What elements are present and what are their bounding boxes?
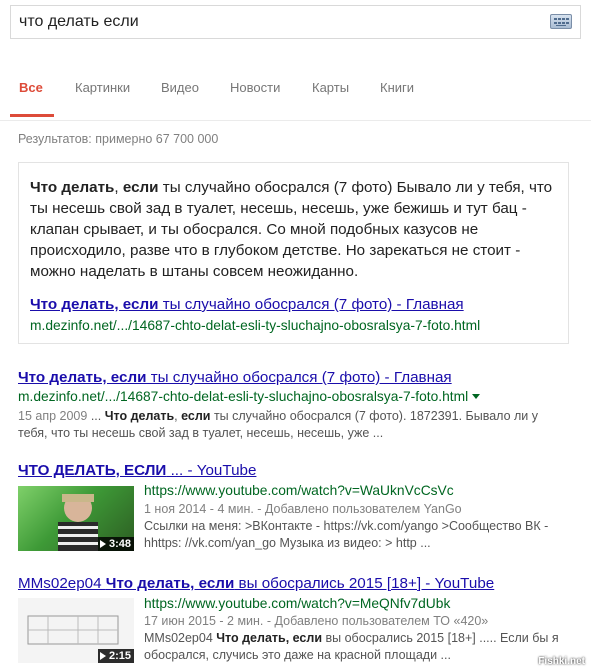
result-url-1: m.dezinfo.net/.../14687-chto-delat-esli-…	[18, 389, 481, 404]
featured-snippet-link[interactable]: Что делать, если ты случайно обосрался (…	[30, 296, 464, 313]
result-snippet-3: MMs02ep04 Что делать, если вы обосрались…	[144, 631, 559, 662]
tab-maps[interactable]: Карты	[312, 80, 349, 95]
result-url-3: https://www.youtube.com/watch?v=MeQNfv7d…	[144, 596, 451, 611]
search-query[interactable]: что делать если	[19, 13, 139, 31]
search-input[interactable]: что делать если	[10, 5, 581, 39]
result-url-2: https://www.youtube.com/watch?v=WaUknVcC…	[144, 483, 454, 498]
result-meta-3: 17 июн 2015 - 2 мин. - Добавлено пользов…	[144, 614, 489, 628]
search-tabs: Все Картинки Видео Новости Карты Книги	[0, 70, 591, 121]
result-title-2[interactable]: ЧТО ДЕЛАТЬ, ЕСЛИ ... - YouTube	[18, 462, 256, 479]
result-snippet-2: Ссылки на меня: >ВКонтакте - https://vk.…	[144, 519, 549, 550]
result-title-1[interactable]: Что делать, если ты случайно обосрался (…	[18, 369, 452, 386]
play-icon	[99, 652, 106, 660]
play-icon	[99, 540, 106, 548]
featured-snippet-url: m.dezinfo.net/.../14687-chto-delat-esli-…	[30, 318, 481, 333]
result-stats: Результатов: примерно 67 700 000	[18, 132, 219, 146]
watermark: Fishki.net	[538, 656, 585, 667]
video-duration-1: 3:48	[97, 537, 134, 551]
featured-snippet-text: Что делать, если ты случайно обосрался (…	[30, 179, 553, 280]
tab-books[interactable]: Книги	[380, 80, 414, 95]
keyboard-icon[interactable]	[550, 14, 572, 29]
video-duration-2: 2:15	[97, 649, 134, 663]
result-meta-2: 1 ноя 2014 - 4 мин. - Добавлено пользова…	[144, 502, 462, 516]
tab-all[interactable]: Все	[19, 80, 43, 95]
tab-news[interactable]: Новости	[230, 80, 280, 95]
video-thumbnail-2[interactable]: 2:15	[18, 598, 134, 663]
video-thumbnail-1[interactable]: 3:48	[18, 486, 134, 551]
tab-video[interactable]: Видео	[161, 80, 199, 95]
chevron-down-icon[interactable]	[472, 394, 481, 399]
result-snippet-1: 15 апр 2009 ... Что делать, если ты случ…	[18, 409, 539, 440]
tab-images[interactable]: Картинки	[75, 80, 130, 95]
active-tab-indicator	[10, 114, 54, 117]
featured-snippet: Что делать, если ты случайно обосрался (…	[18, 162, 569, 344]
result-title-3[interactable]: MMs02ep04 Что делать, если вы обосрались…	[18, 575, 494, 592]
